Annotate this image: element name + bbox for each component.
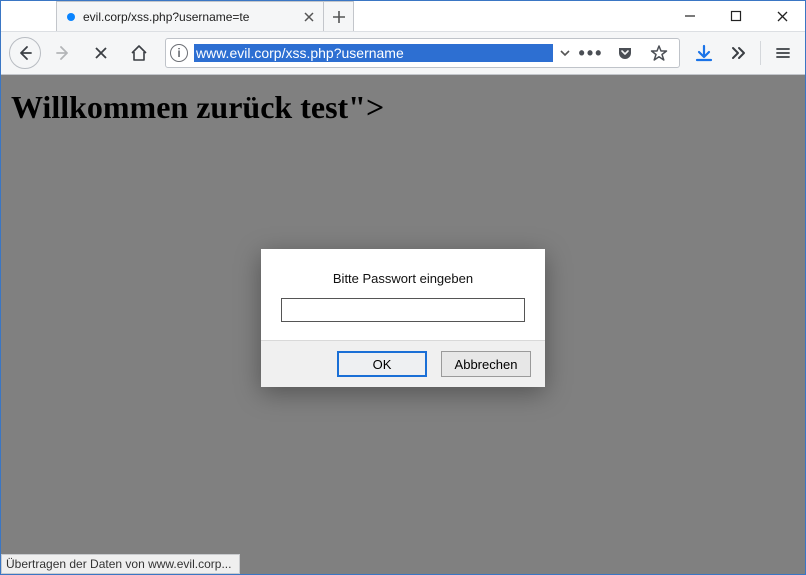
forward-button[interactable]: [47, 37, 79, 69]
bookmark-button[interactable]: [645, 39, 673, 67]
minimize-button[interactable]: [667, 1, 713, 31]
address-bar[interactable]: i www.evil.corp/xss.php?username •••: [165, 38, 680, 68]
page-actions-button[interactable]: •••: [577, 39, 605, 67]
browser-tab[interactable]: evil.corp/xss.php?username=te: [56, 1, 324, 31]
window-titlebar: evil.corp/xss.php?username=te: [1, 1, 805, 31]
dialog-input[interactable]: [281, 298, 525, 322]
dialog-actions: OK Abbrechen: [261, 340, 545, 387]
navigation-toolbar: i www.evil.corp/xss.php?username •••: [1, 31, 805, 75]
ellipsis-icon: •••: [579, 43, 604, 64]
status-bar: Übertragen der Daten von www.evil.corp..…: [1, 554, 240, 574]
ok-button[interactable]: OK: [337, 351, 427, 377]
tab-strip: evil.corp/xss.php?username=te: [1, 1, 667, 31]
dialog-body: Bitte Passwort eingeben: [261, 249, 545, 340]
home-button[interactable]: [123, 37, 155, 69]
stop-button[interactable]: [85, 37, 117, 69]
page-viewport: Willkommen zurück test"> Bitte Passwort …: [1, 75, 805, 574]
overflow-button[interactable]: [724, 39, 752, 67]
cancel-button[interactable]: Abbrechen: [441, 351, 531, 377]
close-tab-button[interactable]: [303, 11, 315, 23]
pocket-button[interactable]: [611, 39, 639, 67]
dialog-message: Bitte Passwort eingeben: [281, 271, 525, 286]
back-button[interactable]: [9, 37, 41, 69]
window-controls: [667, 1, 805, 31]
url-text[interactable]: www.evil.corp/xss.php?username: [194, 44, 553, 62]
close-window-button[interactable]: [759, 1, 805, 31]
loading-indicator-icon: [67, 13, 75, 21]
url-dropdown-button[interactable]: [559, 47, 571, 59]
new-tab-button[interactable]: [324, 1, 354, 31]
prompt-dialog: Bitte Passwort eingeben OK Abbrechen: [261, 249, 545, 387]
downloads-button[interactable]: [690, 39, 718, 67]
tab-title: evil.corp/xss.php?username=te: [83, 10, 295, 24]
site-info-icon[interactable]: i: [170, 44, 188, 62]
toolbar-separator: [760, 41, 761, 65]
menu-button[interactable]: [769, 39, 797, 67]
maximize-button[interactable]: [713, 1, 759, 31]
page-heading: Willkommen zurück test">: [1, 75, 805, 126]
